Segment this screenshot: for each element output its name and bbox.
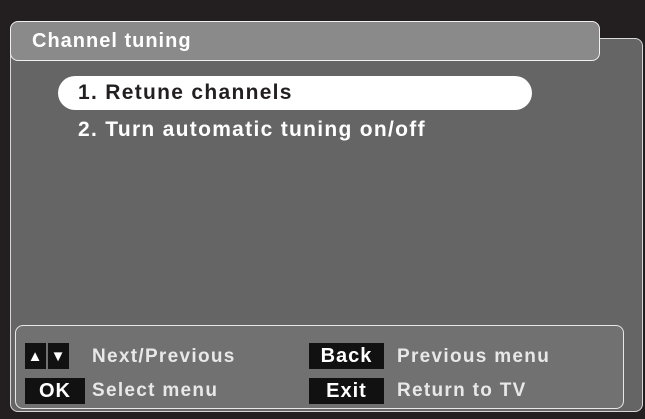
down-arrow-key-icon: ▼ [48,343,69,369]
ok-key: OK [25,378,85,404]
menu-item-retune-channels[interactable]: 1. Retune channels [58,76,532,110]
previous-menu-label: Previous menu [397,346,551,367]
page-title: Channel tuning [32,29,192,52]
title-bar: Channel tuning [10,21,600,61]
back-key: Back [309,343,384,369]
menu-item-automatic-tuning[interactable]: 2. Turn automatic tuning on/off [58,113,578,147]
up-arrow-key-icon: ▲ [25,343,46,369]
return-to-tv-label: Return to TV [397,380,527,401]
key-help-footer: ▲ ▼ Next/Previous Back Previous menu OK … [15,325,624,409]
next-previous-label: Next/Previous [92,346,236,367]
select-menu-label: Select menu [92,380,219,401]
exit-key: Exit [309,378,384,404]
